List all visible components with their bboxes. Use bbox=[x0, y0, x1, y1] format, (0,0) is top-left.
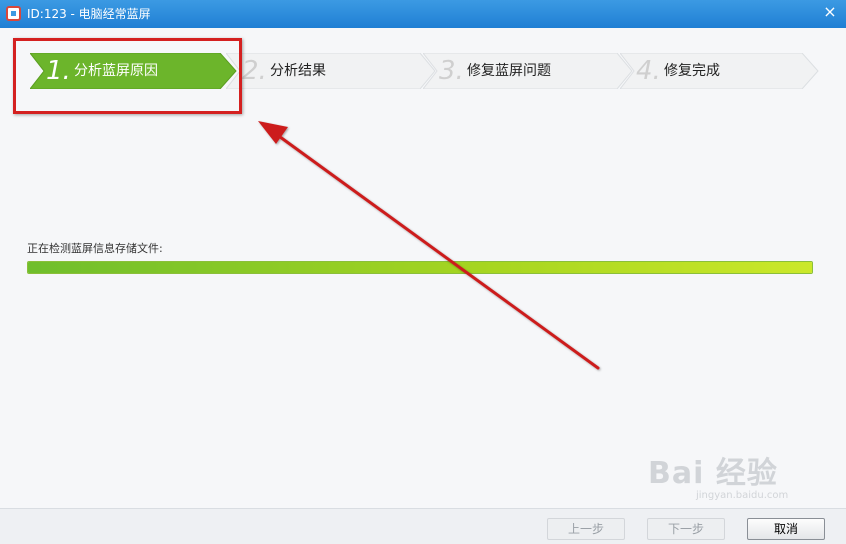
cancel-button[interactable]: 取消 bbox=[747, 518, 825, 540]
watermark-url: jingyan.baidu.com bbox=[696, 490, 789, 501]
next-step-button[interactable]: 下一步 bbox=[647, 518, 725, 540]
watermark-brand: Bai 经验 bbox=[648, 456, 778, 491]
watermark: Bai 经验 jingyan.baidu.com bbox=[648, 458, 788, 502]
footer-bar: 上一步 下一步 取消 bbox=[0, 508, 846, 544]
prev-step-button[interactable]: 上一步 bbox=[547, 518, 625, 540]
